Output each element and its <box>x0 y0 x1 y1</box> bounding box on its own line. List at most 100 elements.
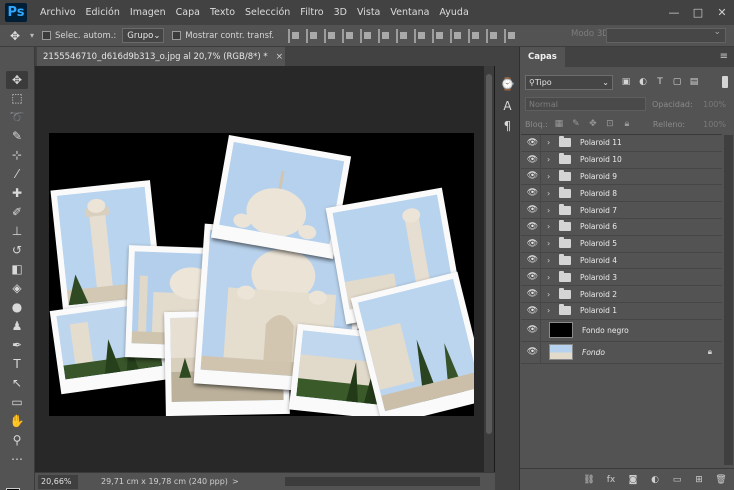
trash-icon[interactable]: 🗑︎ <box>714 473 728 487</box>
show-transform-checkbox[interactable] <box>172 31 182 40</box>
layer-row[interactable]: 👁︎ › Polaroid 6 <box>521 218 722 236</box>
smart-object-filter-icon[interactable]: ▤ <box>689 77 699 87</box>
shape-filter-icon[interactable]: ▢ <box>672 77 682 87</box>
eye-icon[interactable]: 👁︎ <box>525 269 541 286</box>
marquee-tool-icon[interactable]: ⬚ <box>6 89 28 107</box>
chevron-right-icon[interactable]: › <box>547 172 557 181</box>
lock-position-icon[interactable]: ✥ <box>588 119 598 129</box>
chevron-down-icon[interactable]: ▾ <box>30 31 34 40</box>
lock-transparency-icon[interactable]: ▦ <box>554 119 564 129</box>
chevron-right-icon[interactable]: › <box>547 273 557 282</box>
menu-archivo[interactable]: Archivo <box>35 7 81 18</box>
layer-row[interactable]: 👁︎ › Polaroid 10 <box>521 151 722 169</box>
add-mask-icon[interactable]: ◙ <box>626 473 640 487</box>
align-hcenter-icon[interactable] <box>360 28 374 43</box>
pen-tool-icon[interactable]: ✒ <box>6 336 28 354</box>
layer-row[interactable]: 👁︎ › Polaroid 4 <box>521 252 722 270</box>
eye-icon[interactable]: 👁︎ <box>525 341 541 363</box>
path-select-tool-icon[interactable]: ↖ <box>6 374 28 392</box>
eye-icon[interactable]: 👁︎ <box>525 319 541 341</box>
eye-icon[interactable]: 👁︎ <box>525 302 541 319</box>
menu-seleccion[interactable]: Selección <box>240 7 295 18</box>
layer-row[interactable]: 👁︎ › Polaroid 9 <box>521 168 722 186</box>
menu-ventana[interactable]: Ventana <box>385 7 434 18</box>
eye-icon[interactable]: 👁︎ <box>525 286 541 302</box>
lock-all-icon[interactable]: 🔒︎ <box>622 119 632 129</box>
eye-icon[interactable]: 👁︎ <box>525 235 541 252</box>
maximize-icon[interactable]: □ <box>686 0 710 25</box>
character-panel-icon[interactable]: A <box>499 97 516 114</box>
chevron-right-icon[interactable]: › <box>547 306 557 315</box>
document-tab[interactable]: 2155546710_d616d9b313_o.jpg al 20,7% (RG… <box>37 47 285 66</box>
vertical-scrollbar[interactable] <box>484 66 494 472</box>
distribute-right-icon[interactable] <box>486 28 500 43</box>
menu-filtro[interactable]: Filtro <box>295 7 328 18</box>
layer-row[interactable]: 👁︎ Fondo negro <box>521 319 722 342</box>
move-tool-preset-icon[interactable]: ✥ <box>0 25 30 47</box>
chevron-right-icon[interactable]: > <box>232 477 239 486</box>
blend-mode-select[interactable]: Normal <box>525 97 646 111</box>
layer-row[interactable]: 👁︎ › Polaroid 1 <box>521 302 722 320</box>
distribute-vcenter-icon[interactable] <box>414 28 428 43</box>
new-group-icon[interactable]: ▭ <box>670 473 684 487</box>
tab-capas[interactable]: Capas <box>520 47 565 67</box>
minimize-icon[interactable]: — <box>662 0 686 25</box>
menu-3d[interactable]: 3D <box>329 7 352 18</box>
paragraph-panel-icon[interactable]: ¶ <box>499 117 516 134</box>
hand-tool-icon[interactable]: ✋ <box>6 412 28 430</box>
eyedropper-tool-icon[interactable]: ⁄ <box>6 165 28 183</box>
adjustment-layer-icon[interactable]: ◐ <box>648 473 662 487</box>
auto-align-icon[interactable] <box>504 28 518 43</box>
layer-row[interactable]: 👁︎ › Polaroid 5 <box>521 235 722 253</box>
align-right-icon[interactable] <box>378 28 392 43</box>
layers-scrollbar[interactable] <box>724 135 733 465</box>
eye-icon[interactable]: 👁︎ <box>525 168 541 185</box>
type-filter-icon[interactable]: T <box>655 77 665 87</box>
distribute-hcenter-icon[interactable] <box>468 28 482 43</box>
crop-tool-icon[interactable]: ⊹ <box>6 146 28 164</box>
chevron-right-icon[interactable]: › <box>547 222 557 231</box>
distribute-left-icon[interactable] <box>450 28 464 43</box>
history-panel-icon[interactable]: ⌚ <box>499 75 516 92</box>
fill-value[interactable]: 100% <box>703 120 726 129</box>
align-left-icon[interactable] <box>342 28 356 43</box>
distribute-top-icon[interactable] <box>396 28 410 43</box>
layer-row[interactable]: 👁︎ › Polaroid 7 <box>521 202 722 219</box>
zoom-field[interactable]: 20,66% <box>38 474 78 489</box>
panel-menu-icon[interactable]: ≡ <box>720 51 728 62</box>
distribute-bottom-icon[interactable] <box>432 28 446 43</box>
layer-row[interactable]: 👁︎ Fondo 🔒︎ <box>521 341 722 364</box>
auto-select-dropdown[interactable]: Grupo ⌄ <box>122 28 165 43</box>
zoom-tool-icon[interactable]: ⚲ <box>6 431 28 449</box>
chevron-right-icon[interactable]: › <box>547 206 557 215</box>
lock-pixels-icon[interactable]: ✎ <box>571 119 581 129</box>
chevron-right-icon[interactable]: › <box>547 290 557 299</box>
blur-tool-icon[interactable]: ● <box>6 298 28 316</box>
rectangle-tool-icon[interactable]: ▭ <box>6 393 28 411</box>
pixel-filter-icon[interactable]: ▣ <box>621 77 631 87</box>
filter-kind-select[interactable]: ⚲ Tipo ⌄ <box>525 74 613 90</box>
layer-row[interactable]: 👁︎ › Polaroid 8 <box>521 185 722 203</box>
adjustment-filter-icon[interactable]: ◐ <box>638 77 648 87</box>
healing-tool-icon[interactable]: ✚ <box>6 184 28 202</box>
filter-toggle[interactable] <box>722 76 728 88</box>
layer-row[interactable]: 👁︎ › Polaroid 2 <box>521 286 722 303</box>
eye-icon[interactable]: 👁︎ <box>525 151 541 168</box>
mode-3d-select[interactable] <box>606 27 726 43</box>
menu-ayuda[interactable]: Ayuda <box>434 7 473 18</box>
eraser-tool-icon[interactable]: ◧ <box>6 260 28 278</box>
close-tab-icon[interactable]: × <box>276 52 284 62</box>
chevron-right-icon[interactable]: › <box>547 155 557 164</box>
new-layer-icon[interactable]: ⊞ <box>692 473 706 487</box>
fx-icon[interactable]: fx <box>604 473 618 487</box>
type-tool-icon[interactable]: T <box>6 355 28 373</box>
close-icon[interactable]: ✕ <box>710 0 734 25</box>
align-bottom-icon[interactable] <box>324 28 338 43</box>
lock-artboard-icon[interactable]: ⊡ <box>605 119 615 129</box>
scroll-thumb[interactable] <box>486 74 492 434</box>
layer-row[interactable]: 👁︎ › Polaroid 3 <box>521 269 722 287</box>
chevron-right-icon[interactable]: › <box>547 189 557 198</box>
quick-select-tool-icon[interactable]: ✎ <box>6 127 28 145</box>
menu-texto[interactable]: Texto <box>205 7 240 18</box>
canvas-area[interactable] <box>35 66 495 472</box>
